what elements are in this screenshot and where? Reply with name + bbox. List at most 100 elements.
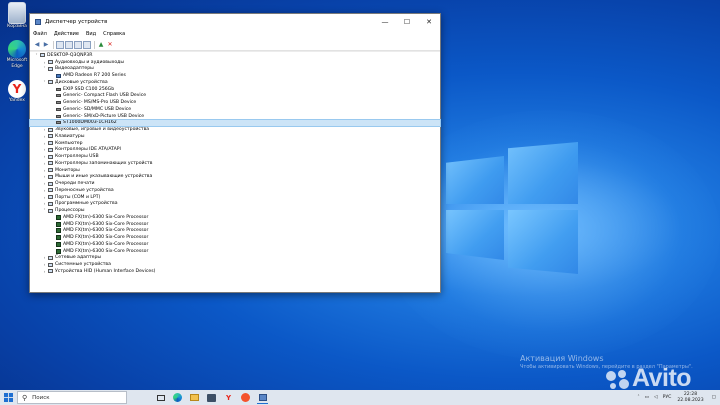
tree-category[interactable]: ˅ Видеоадаптеры (30, 66, 440, 73)
scan-hardware-icon[interactable] (83, 40, 91, 49)
tree-category[interactable]: › Устройства HID (Human Interface Devices… (30, 268, 440, 275)
tree-category[interactable]: › Контроллеры USB (30, 153, 440, 160)
clock[interactable]: 22:28 22.08.2023 (677, 392, 703, 403)
volume-icon[interactable]: ◁ (654, 395, 658, 400)
tree-device[interactable]: AMD FX(tm)-6300 Six-Core Processor (30, 241, 440, 248)
expand-toggle-icon[interactable]: › (41, 269, 48, 274)
tree-category[interactable]: › Аудиовходы и аудиовыходы (30, 59, 440, 66)
tree-category[interactable]: › Контроллеры запоминающих устройств (30, 160, 440, 167)
expand-toggle-icon[interactable]: › (41, 60, 48, 65)
desktop-icon-yandex[interactable]: Y Yandex (2, 80, 32, 104)
disk-drive-icon (56, 121, 61, 125)
windows-start-icon (3, 393, 13, 402)
device-category-icon (48, 168, 53, 173)
back-icon[interactable]: ◀ (33, 41, 41, 49)
yandex-music-icon[interactable] (240, 392, 251, 403)
properties-icon[interactable] (56, 40, 64, 49)
tree-category[interactable]: › Порты (COM и LPT) (30, 194, 440, 201)
tree-category[interactable]: › Системные устройства (30, 261, 440, 268)
device-category-icon (48, 127, 53, 132)
tree-device[interactable]: EXIP SSD C100 256Gb (30, 86, 440, 93)
tree-category[interactable]: › Сетевые адаптеры (30, 255, 440, 262)
expand-toggle-icon[interactable]: › (41, 255, 48, 260)
expand-toggle-icon[interactable]: › (41, 161, 48, 166)
tree-category[interactable]: › Мониторы (30, 167, 440, 174)
notifications-icon[interactable]: ▢ (712, 395, 716, 400)
menu-view[interactable]: Вид (86, 31, 96, 37)
tree-category[interactable]: › Очереди печати (30, 180, 440, 187)
desktop-icon-edge[interactable]: Microsoft Edge (2, 40, 32, 70)
tree-device[interactable]: ST1000DM003-1CH162 (29, 118, 441, 128)
uninstall-device-icon[interactable]: ✕ (106, 41, 114, 49)
expand-toggle-icon[interactable]: › (41, 181, 48, 186)
tree-device[interactable]: AMD Radeon R7 200 Series (30, 72, 440, 79)
expand-toggle-icon[interactable]: › (41, 188, 48, 193)
expand-toggle-icon[interactable]: › (41, 201, 48, 206)
network-icon[interactable]: ▭ (645, 395, 649, 400)
title-bar[interactable]: Диспетчер устройств — ☐ ✕ (30, 14, 440, 29)
tree-category[interactable]: › Мыши и иные указывающие устройства (30, 174, 440, 181)
expand-toggle-icon[interactable]: › (41, 168, 48, 173)
tree-device[interactable]: AMD FX(tm)-6300 Six-Core Processor (30, 228, 440, 235)
expand-toggle-icon[interactable]: ˅ (41, 66, 48, 71)
menu-action[interactable]: Действие (54, 31, 79, 37)
tree-category[interactable]: › Контроллеры IDE ATA/ATAPI (30, 147, 440, 154)
expand-toggle-icon[interactable]: › (41, 141, 48, 146)
expand-toggle-icon[interactable]: › (41, 174, 48, 179)
explorer-icon[interactable] (189, 392, 200, 403)
start-button[interactable] (0, 393, 16, 402)
menu-file[interactable]: Файл (33, 31, 47, 37)
tree-category[interactable]: › Клавиатуры (30, 133, 440, 140)
tree-root[interactable]: ˅ DESKTOP-Q3QNP3R (30, 52, 440, 59)
desktop-icon-recycle-bin[interactable]: Корзина (2, 2, 32, 30)
device-manager-icon[interactable] (257, 392, 268, 404)
tree-device[interactable]: Generic- MS/MS-Pro USB Device (30, 99, 440, 106)
tree-category[interactable]: › Звуковые, игровые и видеоустройства (30, 126, 440, 133)
tree-device[interactable]: AMD FX(tm)-6300 Six-Core Processor (30, 234, 440, 241)
desktop-icon-label: Корзина (7, 24, 27, 29)
maximize-button[interactable]: ☐ (396, 14, 418, 29)
expand-toggle-icon[interactable]: › (41, 195, 48, 200)
update-driver-icon[interactable] (74, 40, 82, 49)
tree-device[interactable]: AMD FX(tm)-6300 Six-Core Processor (30, 221, 440, 228)
expand-toggle-icon[interactable]: › (41, 147, 48, 152)
tree-item-label: Переносные устройства (55, 187, 114, 193)
expand-toggle-icon[interactable]: › (41, 262, 48, 267)
expand-toggle-icon[interactable]: › (41, 134, 48, 139)
menu-help[interactable]: Справка (103, 31, 125, 37)
tree-category[interactable]: ˅ Дисковые устройства (30, 79, 440, 86)
yandex-icon[interactable]: Y (223, 392, 234, 403)
language-indicator[interactable]: РУС (663, 395, 672, 400)
tree-device[interactable]: AMD FX(tm)-6300 Six-Core Processor (30, 214, 440, 221)
expand-toggle-icon[interactable]: › (41, 154, 48, 159)
device-category-icon (48, 181, 53, 186)
edge-icon[interactable] (172, 392, 183, 403)
enable-device-icon[interactable]: ▲ (97, 41, 105, 49)
windows-logo-pane-2 (508, 142, 578, 204)
expand-toggle-icon[interactable]: › (41, 127, 48, 132)
expand-toggle-icon[interactable]: ˅ (33, 53, 40, 58)
tree-device[interactable]: Generic- SM/xD-Picture USB Device (30, 113, 440, 120)
help-icon[interactable] (65, 40, 73, 49)
tree-item-label: Generic- SM/xD-Picture USB Device (63, 113, 145, 119)
tree-category[interactable]: ˅ Процессоры (30, 207, 440, 214)
close-button[interactable]: ✕ (418, 14, 440, 29)
expand-toggle-icon[interactable]: ˅ (41, 80, 48, 85)
tree-category[interactable]: › Переносные устройства (30, 187, 440, 194)
tray-chevron-icon[interactable]: ˄ (637, 395, 639, 400)
taskbar-search-box[interactable]: ⚲ Поиск (17, 391, 127, 404)
computer-icon (40, 53, 45, 58)
store-icon[interactable] (206, 392, 217, 403)
minimize-button[interactable]: — (374, 14, 396, 29)
expand-toggle-icon[interactable]: ˅ (41, 208, 48, 213)
tree-device[interactable]: Generic- Compact Flash USB Device (30, 93, 440, 100)
tree-item-label: Звуковые, игровые и видеоустройства (55, 127, 150, 133)
forward-icon[interactable]: ▶ (42, 41, 50, 49)
tree-item-label: Аудиовходы и аудиовыходы (55, 59, 124, 65)
tree-device[interactable]: Generic- SD/MMC USB Device (30, 106, 440, 113)
tree-category[interactable]: › Компьютер (30, 140, 440, 147)
tree-device[interactable]: AMD FX(tm)-6300 Six-Core Processor (30, 248, 440, 255)
search-placeholder: Поиск (32, 394, 50, 401)
task-view-icon[interactable] (155, 392, 166, 403)
tree-category[interactable]: › Программные устройства (30, 201, 440, 208)
